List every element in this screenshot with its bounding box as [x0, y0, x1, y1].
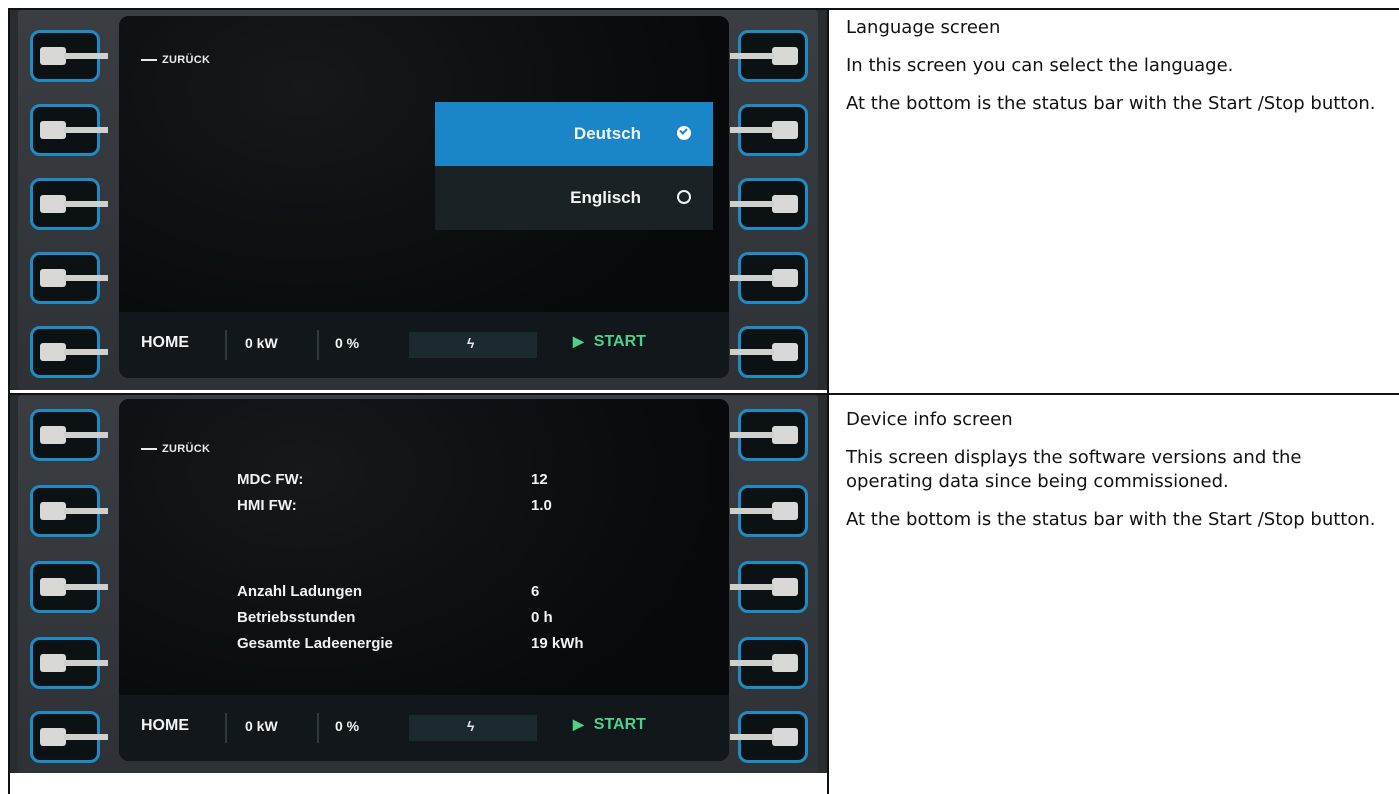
side-button-right-4[interactable] — [730, 637, 808, 689]
home-button[interactable]: HOME — [141, 717, 189, 735]
column-divider — [827, 8, 829, 794]
side-button-left-5[interactable] — [30, 326, 108, 378]
charge-percent: 0 % — [335, 718, 360, 734]
radio-checked-icon — [677, 126, 691, 140]
description-paragraph: This screen displays the software versio… — [846, 447, 1302, 492]
status-bar: HOME 0 kW 0 % ϟ ▶ START — [119, 695, 729, 761]
charge-percent: 0 % — [335, 335, 360, 351]
info-label-operating-hours: Betriebsstunden — [237, 609, 356, 626]
charge-progress-bar: ϟ — [409, 715, 537, 741]
status-divider — [225, 713, 227, 743]
side-button-right-1[interactable] — [730, 409, 808, 461]
side-button-left-4[interactable] — [30, 637, 108, 689]
start-button[interactable]: ▶ START — [573, 716, 646, 734]
play-icon: ▶ — [573, 333, 584, 349]
side-button-left-1[interactable] — [30, 409, 108, 461]
side-button-right-1[interactable] — [730, 30, 808, 82]
start-button[interactable]: ▶ START — [573, 333, 646, 351]
power-readout: 0 kW — [245, 718, 278, 734]
back-button[interactable]: ZURÜCK — [141, 54, 210, 66]
info-value-charge-count: 6 — [531, 583, 540, 600]
info-label-hmi-fw: HMI FW: — [237, 497, 297, 514]
status-bar: HOME 0 kW 0 % ϟ ▶ START — [119, 312, 729, 378]
side-button-right-5[interactable] — [730, 711, 808, 763]
info-value-operating-hours: 0 h — [531, 609, 553, 626]
power-readout: 0 kW — [245, 335, 278, 351]
display-screen: ZURÜCK MDC FW: 12 HMI FW: 1.0 Anzahl Lad… — [119, 399, 729, 761]
back-button[interactable]: ZURÜCK — [141, 443, 210, 455]
play-icon: ▶ — [573, 716, 584, 732]
side-button-left-4[interactable] — [30, 252, 108, 304]
description-language: Language screen In this screen you can s… — [846, 16, 1386, 116]
radio-unchecked-icon — [677, 190, 691, 204]
side-button-left-2[interactable] — [30, 485, 108, 537]
info-value-hmi-fw: 1.0 — [531, 497, 552, 514]
charge-progress-bar: ϟ — [409, 332, 537, 358]
display-screen: ZURÜCK Deutsch Englisch HOME 0 kW 0 % ϟ … — [119, 16, 729, 378]
info-label-total-energy: Gesamte Ladeenergie — [237, 635, 393, 652]
side-button-left-3[interactable] — [30, 561, 108, 613]
description-paragraph: At the bottom is the status bar with the… — [846, 93, 1376, 114]
info-label-mdc-fw: MDC FW: — [237, 471, 304, 488]
side-button-left-1[interactable] — [30, 30, 108, 82]
side-button-right-2[interactable] — [730, 104, 808, 156]
section-title: Language screen — [846, 17, 1001, 38]
info-value-total-energy: 19 kWh — [531, 635, 584, 652]
description-paragraph: In this screen you can select the langua… — [846, 55, 1234, 76]
language-label: Englisch — [570, 188, 641, 207]
side-button-right-3[interactable] — [730, 561, 808, 613]
device-photo-device-info: ZURÜCK MDC FW: 12 HMI FW: 1.0 Anzahl Lad… — [10, 395, 827, 773]
side-button-left-3[interactable] — [30, 178, 108, 230]
lightning-icon: ϟ — [467, 718, 475, 734]
description-paragraph: At the bottom is the status bar with the… — [846, 509, 1376, 530]
status-divider — [317, 330, 319, 360]
lightning-icon: ϟ — [467, 335, 475, 351]
back-dash-icon — [141, 59, 157, 62]
info-value-mdc-fw: 12 — [531, 471, 548, 488]
side-button-right-5[interactable] — [730, 326, 808, 378]
language-label: Deutsch — [573, 124, 641, 143]
status-divider — [317, 713, 319, 743]
section-title: Device info screen — [846, 409, 1013, 430]
side-button-right-2[interactable] — [730, 485, 808, 537]
side-button-right-4[interactable] — [730, 252, 808, 304]
side-button-left-2[interactable] — [30, 104, 108, 156]
side-button-right-3[interactable] — [730, 178, 808, 230]
language-option-deutsch[interactable]: Deutsch — [435, 102, 713, 166]
home-button[interactable]: HOME — [141, 334, 189, 352]
device-photo-language: ZURÜCK Deutsch Englisch HOME 0 kW 0 % ϟ … — [10, 10, 827, 390]
back-dash-icon — [141, 448, 157, 451]
status-divider — [225, 330, 227, 360]
description-device-info: Device info screen This screen displays … — [846, 408, 1386, 532]
info-label-charge-count: Anzahl Ladungen — [237, 583, 362, 600]
side-button-left-5[interactable] — [30, 711, 108, 763]
language-option-englisch[interactable]: Englisch — [435, 166, 713, 230]
